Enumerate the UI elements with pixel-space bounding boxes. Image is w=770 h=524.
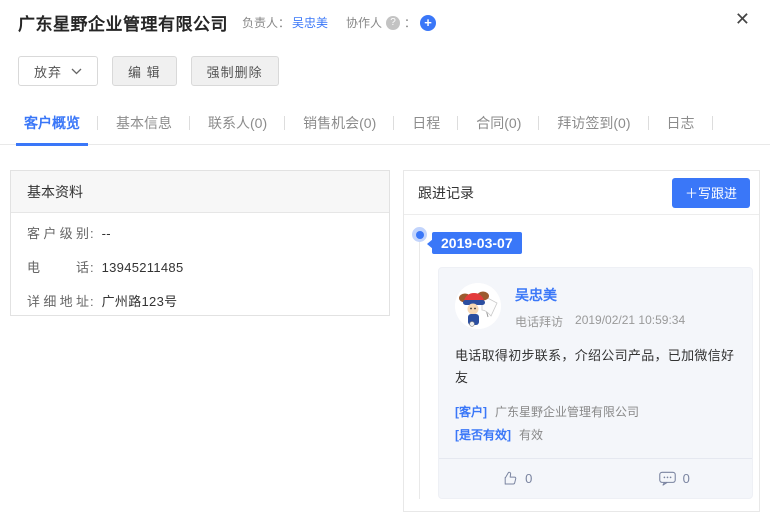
tag-value: 广东星野企业管理有限公司	[495, 405, 640, 419]
field-label: 详细地址	[27, 294, 89, 309]
followup-panel: 跟进记录 ＋写跟进 2019-03-07 吴忠美 电话拜访 2019/02/21…	[403, 170, 760, 512]
customer-detail-panel: 广东星野企业管理有限公司 负责人： 吴忠美 协作人 ? ： + ✕ 放弃 编 辑…	[0, 0, 770, 524]
page-title: 广东星野企业管理有限公司	[18, 15, 228, 34]
tag-is-valid: [是否有效] 有效	[455, 424, 736, 447]
tab-logs[interactable]: 日志	[649, 101, 713, 145]
close-icon[interactable]: ✕	[735, 8, 750, 30]
field-colon: :	[90, 260, 94, 275]
followup-card-header: 吴忠美 电话拜访 2019/02/21 10:59:34	[455, 283, 736, 330]
add-collaborator-icon[interactable]: +	[420, 14, 437, 31]
field-value: --	[101, 226, 111, 241]
avatar	[455, 283, 501, 329]
field-address: 详细地址: 广州路123号	[27, 291, 373, 325]
like-button[interactable]: 0	[439, 470, 596, 487]
field-customer-level: 客户级别: --	[27, 223, 373, 257]
followup-timestamp: 2019/02/21 10:59:34	[575, 313, 686, 327]
tab-schedule[interactable]: 日程	[394, 101, 459, 145]
write-followup-button[interactable]: ＋写跟进	[671, 177, 750, 208]
tab-sales-opportunities[interactable]: 销售机会(0)	[285, 101, 395, 145]
timeline-dot-icon	[412, 227, 427, 242]
followup-author[interactable]: 吴忠美	[515, 285, 685, 305]
followup-panel-header: 跟进记录 ＋写跟进	[404, 171, 759, 215]
collaborator-group: 协作人 ? ： +	[346, 14, 437, 31]
force-delete-button[interactable]: 强制删除	[190, 56, 279, 86]
followup-meta: 电话拜访 2019/02/21 10:59:34	[515, 313, 685, 330]
followup-type: 电话拜访	[515, 315, 564, 329]
tab-contracts[interactable]: 合同(0)	[458, 101, 540, 145]
field-colon: :	[90, 226, 94, 241]
basic-info-panel-title: 基本资料	[11, 171, 389, 213]
owner-label: 负责人：	[242, 16, 291, 30]
header-meta: 负责人： 吴忠美 协作人 ? ： +	[242, 14, 437, 31]
followup-content: 电话取得初步联系，介绍公司产品，已加微信好友	[455, 348, 735, 385]
followup-card: 吴忠美 电话拜访 2019/02/21 10:59:34 电话取得初步联系，介绍…	[438, 267, 753, 499]
thumbs-up-icon	[504, 471, 517, 485]
field-value: 13945211485	[101, 260, 184, 275]
comment-count: 0	[682, 471, 690, 486]
toolbar: 放弃 编 辑 强制删除	[18, 56, 279, 86]
help-icon[interactable]: ?	[386, 15, 401, 30]
comment-button[interactable]: 0	[596, 470, 753, 487]
abandon-label: 放弃	[34, 64, 63, 80]
owner-name-link[interactable]: 吴忠美	[292, 14, 328, 31]
like-count: 0	[525, 471, 533, 486]
comment-icon	[658, 471, 676, 486]
collaborator-label: 协作人	[346, 16, 383, 30]
chevron-down-icon	[71, 68, 82, 75]
edit-button[interactable]: 编 辑	[112, 56, 177, 86]
collaborator-colon: ：	[404, 16, 417, 30]
timeline-date-badge[interactable]: 2019-03-07	[427, 232, 522, 254]
tab-contacts[interactable]: 联系人(0)	[190, 101, 286, 145]
tab-basic-info[interactable]: 基本信息	[98, 101, 190, 145]
followup-tags: [客户] 广东星野企业管理有限公司 [是否有效] 有效	[455, 401, 736, 447]
timeline-line	[419, 237, 420, 499]
field-value: 广州路123号	[101, 294, 178, 309]
followup-card-footer: 0 0	[439, 458, 752, 498]
abandon-button[interactable]: 放弃	[18, 56, 99, 86]
tag-value: 有效	[519, 428, 544, 442]
field-label: 客户级别	[27, 226, 89, 241]
tag-label: [是否有效]	[455, 428, 511, 442]
tag-customer: [客户] 广东星野企业管理有限公司	[455, 401, 736, 424]
tab-customer-overview[interactable]: 客户概览	[6, 101, 98, 146]
basic-info-fields: 客户级别: -- 电话:13945211485 详细地址: 广州路123号	[11, 213, 389, 325]
field-colon: :	[90, 294, 94, 309]
tab-visit-checkin[interactable]: 拜访签到(0)	[539, 101, 649, 145]
tag-label: [客户]	[455, 405, 487, 419]
followup-panel-title: 跟进记录	[418, 184, 474, 201]
followup-author-block: 吴忠美 电话拜访 2019/02/21 10:59:34	[515, 283, 685, 330]
field-label: 电话	[27, 260, 89, 275]
field-phone: 电话:13945211485	[27, 257, 373, 291]
tab-bar: 客户概览 基本信息 联系人(0) 销售机会(0) 日程 合同(0) 拜访签到(0…	[0, 101, 770, 146]
header: 广东星野企业管理有限公司 负责人： 吴忠美 协作人 ? ： +	[18, 10, 437, 35]
basic-info-panel: 基本资料 客户级别: -- 电话:13945211485 详细地址: 广州路123号	[10, 170, 390, 316]
followup-timeline: 2019-03-07 吴忠美 电话拜访 2019/02/21 10:59:34 …	[404, 215, 759, 511]
